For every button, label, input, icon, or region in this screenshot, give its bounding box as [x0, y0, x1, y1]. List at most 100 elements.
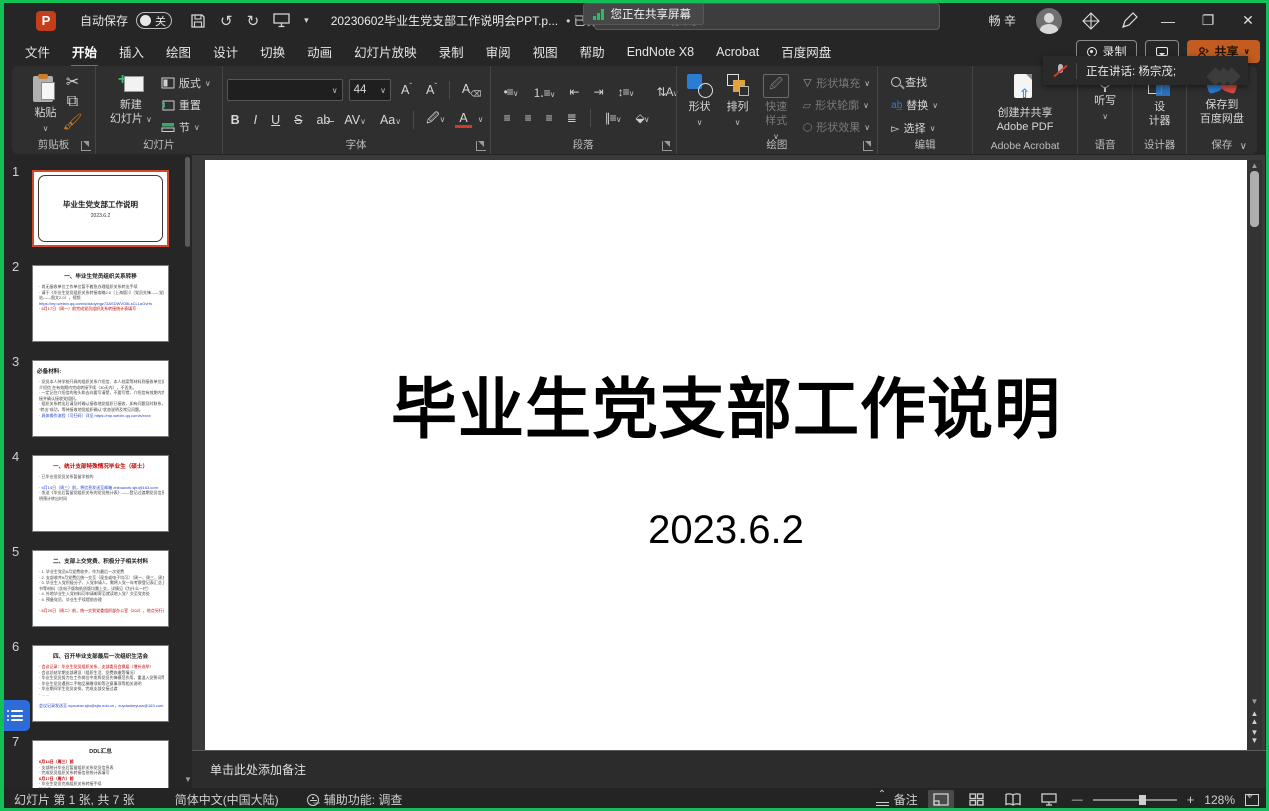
paragraph-dialog-launcher[interactable]: [662, 141, 672, 151]
new-slide-button[interactable]: + 新建幻灯片 ∨: [104, 72, 158, 129]
tab-13[interactable]: Acrobat: [705, 40, 770, 65]
tab-7[interactable]: 幻灯片放映: [343, 37, 428, 67]
slide-thumbnail-5[interactable]: 二、支部上交党费、积极分子相关材料· 1. 毕业生党员6月党费收齐，作为最后一次…: [32, 550, 169, 627]
font-name-combobox[interactable]: ∨: [227, 79, 343, 101]
restore-button[interactable]: ❐: [1198, 12, 1218, 29]
tab-2[interactable]: 插入: [108, 37, 155, 67]
bold-button[interactable]: B: [227, 112, 244, 128]
zoom-slider[interactable]: [1093, 799, 1177, 801]
collapse-ribbon-icon[interactable]: ∨: [1240, 141, 1247, 152]
arrange-button[interactable]: 排列∨: [719, 72, 757, 130]
replace-button[interactable]: ab̲替换∨: [888, 96, 941, 114]
shape-outline-button[interactable]: ▱形状轮廓∨: [800, 96, 873, 114]
select-button[interactable]: ▻选择∨: [888, 119, 938, 137]
tab-14[interactable]: 百度网盘: [770, 37, 842, 67]
meeting-panel-tab[interactable]: [0, 700, 30, 731]
zoom-slider-thumb[interactable]: [1139, 795, 1146, 805]
layout-button[interactable]: 版式∨: [158, 74, 214, 92]
undo-icon[interactable]: ↺: [220, 12, 233, 30]
slide-editor[interactable]: 毕业生党支部工作说明 2023.6.2: [205, 160, 1247, 750]
underline-button[interactable]: U: [267, 112, 284, 128]
zoom-out-button[interactable]: —: [1072, 794, 1083, 806]
convert-smartart-icon[interactable]: ⬙∨: [633, 111, 652, 125]
character-spacing-button[interactable]: AV∨: [340, 112, 370, 128]
scrollbar-thumb[interactable]: [1250, 171, 1259, 227]
slide-sorter-view-button[interactable]: [964, 790, 990, 809]
align-left-icon[interactable]: ≡: [501, 111, 513, 125]
bullets-icon[interactable]: •≡∨: [501, 85, 521, 99]
customize-qat-icon[interactable]: ▾: [304, 15, 309, 26]
format-painter-icon[interactable]: 🖌: [65, 114, 81, 130]
slide-thumbnail-2[interactable]: 一、毕业生党员组织关系转移· 尚无接收单位工作单位暂不着急办理组织关系转出手续·…: [32, 265, 169, 342]
line-spacing-icon[interactable]: ↕≡∨: [615, 85, 637, 99]
vertical-scrollbar[interactable]: ▲ ▼ ▲▲ ▼▼: [1247, 160, 1262, 750]
save-icon[interactable]: [190, 13, 206, 29]
fit-slide-to-window-icon[interactable]: [1245, 794, 1259, 806]
notes-pane[interactable]: 单击此处添加备注: [192, 750, 1269, 788]
ink-pen-icon[interactable]: [1120, 12, 1138, 30]
align-right-icon[interactable]: ≡: [543, 111, 555, 125]
slide-thumbnail-1[interactable]: 毕业生党支部工作说明2023.6.2: [32, 170, 169, 247]
language-status[interactable]: 简体中文(中国大陆): [175, 791, 279, 808]
slide-title-text[interactable]: 毕业生党支部工作说明: [205, 356, 1247, 452]
clipboard-dialog-launcher[interactable]: [81, 141, 91, 151]
section-button[interactable]: 节∨: [158, 118, 214, 136]
tab-file[interactable]: 文件: [14, 37, 61, 67]
tab-3[interactable]: 绘图: [155, 37, 202, 67]
italic-button[interactable]: I: [250, 112, 261, 128]
previous-slide-button[interactable]: ▲▲: [1247, 710, 1262, 726]
highlight-color-button[interactable]: 🖉∨: [422, 108, 449, 131]
drawing-dialog-launcher[interactable]: [863, 141, 873, 151]
shapes-button[interactable]: 形状∨: [681, 72, 719, 130]
zoom-in-button[interactable]: +: [1187, 792, 1195, 807]
font-color-button[interactable]: A: [455, 111, 471, 129]
quick-styles-button[interactable]: 快速样式∨: [757, 72, 796, 144]
grow-font-button[interactable]: Aˆ: [397, 81, 416, 98]
avatar[interactable]: [1036, 8, 1062, 34]
decrease-indent-icon[interactable]: ⇤: [567, 85, 582, 99]
reset-button[interactable]: 重置: [158, 96, 214, 114]
tab-11[interactable]: 帮助: [569, 37, 616, 67]
zoom-level[interactable]: 128%: [1204, 793, 1235, 807]
powerpoint-app-icon[interactable]: P: [36, 11, 56, 31]
shape-effects-button[interactable]: ⬡形状效果∨: [800, 118, 873, 136]
change-case-button[interactable]: Aa∨: [376, 112, 405, 128]
tab-5[interactable]: 切换: [249, 37, 296, 67]
accessibility-status[interactable]: 辅助功能: 调查: [307, 791, 403, 808]
justify-icon[interactable]: ≣: [564, 111, 579, 125]
font-dialog-launcher[interactable]: [476, 141, 486, 151]
start-slideshow-icon[interactable]: [273, 13, 290, 28]
numbering-icon[interactable]: ⒈≡∨: [530, 84, 558, 101]
tab-8[interactable]: 录制: [428, 37, 475, 67]
notes-toggle-button[interactable]: 备注: [876, 791, 918, 808]
tab-6[interactable]: 动画: [296, 37, 343, 67]
redo-icon[interactable]: ↻: [247, 12, 260, 30]
normal-view-button[interactable]: [928, 790, 954, 809]
shrink-font-button[interactable]: Aˇ: [422, 81, 441, 98]
tab-1[interactable]: 开始: [61, 37, 108, 67]
slideshow-view-button[interactable]: [1036, 790, 1062, 809]
slide-thumbnail-4[interactable]: 一、统计支部特殊情况毕业生（硕士）· 已毕业但党员关系暂留学校的· 6月14日（…: [32, 455, 169, 532]
reading-view-button[interactable]: [1000, 790, 1026, 809]
slide-counter[interactable]: 幻灯片 第 1 张, 共 7 张: [14, 791, 135, 808]
increase-indent-icon[interactable]: ⇥: [591, 85, 606, 99]
shape-fill-button[interactable]: 🜄形状填充∨: [800, 74, 873, 92]
align-center-icon[interactable]: ≡: [522, 111, 534, 125]
columns-icon[interactable]: ∥≡∨: [602, 111, 624, 125]
slide-thumbnail-7[interactable]: DDL汇总6月14日（周三）前· 支部统计毕业后暂留组织关系党员信息表· 完成党…: [32, 740, 169, 788]
tab-9[interactable]: 审阅: [475, 37, 522, 67]
tab-4[interactable]: 设计: [202, 37, 249, 67]
find-button[interactable]: 查找: [888, 73, 930, 91]
close-button[interactable]: ✕: [1238, 12, 1258, 29]
next-slide-button[interactable]: ▼▼: [1247, 729, 1262, 745]
slide-date-text[interactable]: 2023.6.2: [205, 508, 1247, 553]
minimize-button[interactable]: —: [1158, 13, 1178, 29]
meet-now-icon[interactable]: [1082, 12, 1100, 30]
copy-icon[interactable]: ⧉: [65, 94, 81, 110]
tab-10[interactable]: 视图: [522, 37, 569, 67]
font-size-combobox[interactable]: 44∨: [349, 79, 391, 101]
clear-formatting-button[interactable]: A⌫: [458, 81, 486, 100]
text-shadow-button[interactable]: ab̶: [312, 112, 334, 128]
tab-12[interactable]: EndNote X8: [616, 40, 705, 65]
cut-icon[interactable]: ✂: [65, 74, 81, 90]
